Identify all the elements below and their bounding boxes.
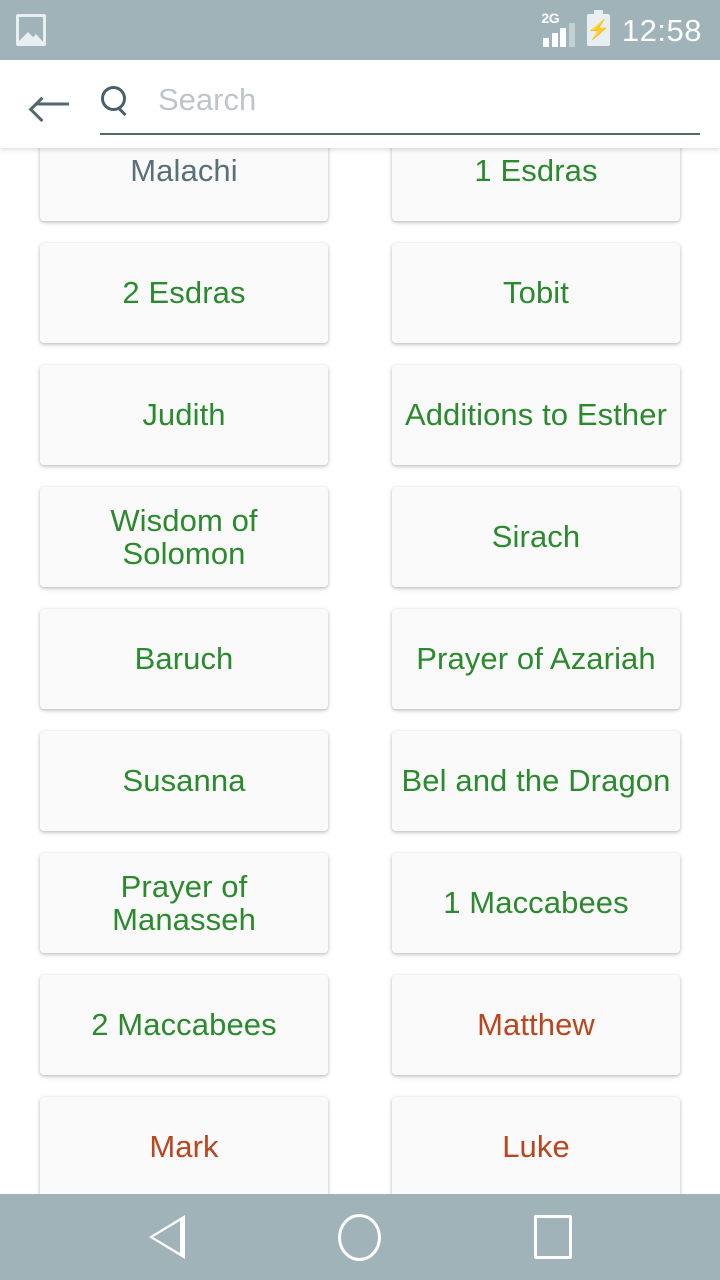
book-card-label: Bel and the Dragon <box>401 763 671 799</box>
book-card[interactable]: Judith <box>40 365 328 465</box>
signal-bars <box>543 23 575 47</box>
book-card[interactable]: Wisdom of Solomon <box>40 487 328 587</box>
search-header <box>0 60 720 148</box>
book-card-label: Baruch <box>134 641 234 677</box>
nav-home-circle-icon <box>338 1213 382 1261</box>
book-card[interactable]: Bel and the Dragon <box>392 731 680 831</box>
nav-back-button[interactable] <box>129 1199 205 1275</box>
search-input[interactable] <box>158 82 700 118</box>
nav-recents-button[interactable] <box>515 1199 591 1275</box>
status-bar: 2G ⚡ 12:58 <box>0 0 720 60</box>
book-card[interactable]: 2 Esdras <box>40 243 328 343</box>
android-navigation-bar <box>0 1194 720 1280</box>
book-card-label: Wisdom of Solomon <box>110 502 258 571</box>
book-card[interactable]: Prayer of Manasseh <box>40 853 328 953</box>
app-screen: 2G ⚡ 12:58 Malachi 1 Esdras 2 Esdras Tobit J… <box>0 0 720 1280</box>
book-card-label: Malachi <box>130 153 238 189</box>
book-card[interactable]: Sirach <box>392 487 680 587</box>
book-card[interactable]: Tobit <box>392 243 680 343</box>
status-bar-clock: 12:58 <box>621 12 702 48</box>
book-card-label: Prayer of Manasseh <box>112 868 256 937</box>
book-card-label: 2 Maccabees <box>91 1007 277 1043</box>
book-card-label: 2 Esdras <box>122 275 246 311</box>
book-card-label: Matthew <box>477 1007 595 1043</box>
status-bar-system-icons: 2G ⚡ 12:58 <box>541 10 702 48</box>
book-card[interactable]: Mark <box>40 1097 328 1194</box>
signal-bars-icon: 2G <box>541 10 575 47</box>
book-card-label: 1 Maccabees <box>443 885 629 921</box>
book-card[interactable]: 1 Maccabees <box>392 853 680 953</box>
book-card-label: Susanna <box>122 763 246 799</box>
book-card[interactable]: Additions to Esther <box>392 365 680 465</box>
nav-home-button[interactable] <box>322 1199 398 1275</box>
book-list-scroll-area[interactable]: Malachi 1 Esdras 2 Esdras Tobit Judith Additi… <box>0 148 720 1194</box>
network-type-label: 2G <box>541 10 560 26</box>
book-card-label: Sirach <box>491 519 581 555</box>
book-card[interactable]: Matthew <box>392 975 680 1075</box>
battery-charging-icon: ⚡ <box>586 10 611 46</box>
book-grid: Malachi 1 Esdras 2 Esdras Tobit Judith Additi… <box>0 148 720 1194</box>
book-card[interactable]: Luke <box>392 1097 680 1194</box>
book-card-label: Tobit <box>503 275 569 311</box>
book-card-label: Luke <box>502 1129 570 1165</box>
book-card[interactable]: 1 Esdras <box>392 148 680 221</box>
book-card[interactable]: 2 Maccabees <box>40 975 328 1075</box>
book-card-label: Additions to Esther <box>404 397 668 433</box>
book-card[interactable]: Susanna <box>40 731 328 831</box>
status-bar-notifications <box>16 14 46 46</box>
photo-icon <box>16 14 46 46</box>
nav-back-triangle-icon <box>148 1215 185 1259</box>
nav-recents-square-icon <box>534 1215 573 1259</box>
book-card-label: 1 Esdras <box>474 153 598 189</box>
book-card-label: Prayer of Azariah <box>416 641 656 677</box>
book-card-label: Judith <box>142 397 226 433</box>
book-card[interactable]: Prayer of Azariah <box>392 609 680 709</box>
back-arrow-icon[interactable] <box>26 78 78 130</box>
search-field[interactable] <box>100 73 700 135</box>
book-card-label: Mark <box>149 1129 219 1165</box>
lightning-bolt-icon: ⚡ <box>586 19 611 41</box>
book-card[interactable]: Baruch <box>40 609 328 709</box>
search-icon <box>100 85 130 115</box>
book-card[interactable]: Malachi <box>40 148 328 221</box>
